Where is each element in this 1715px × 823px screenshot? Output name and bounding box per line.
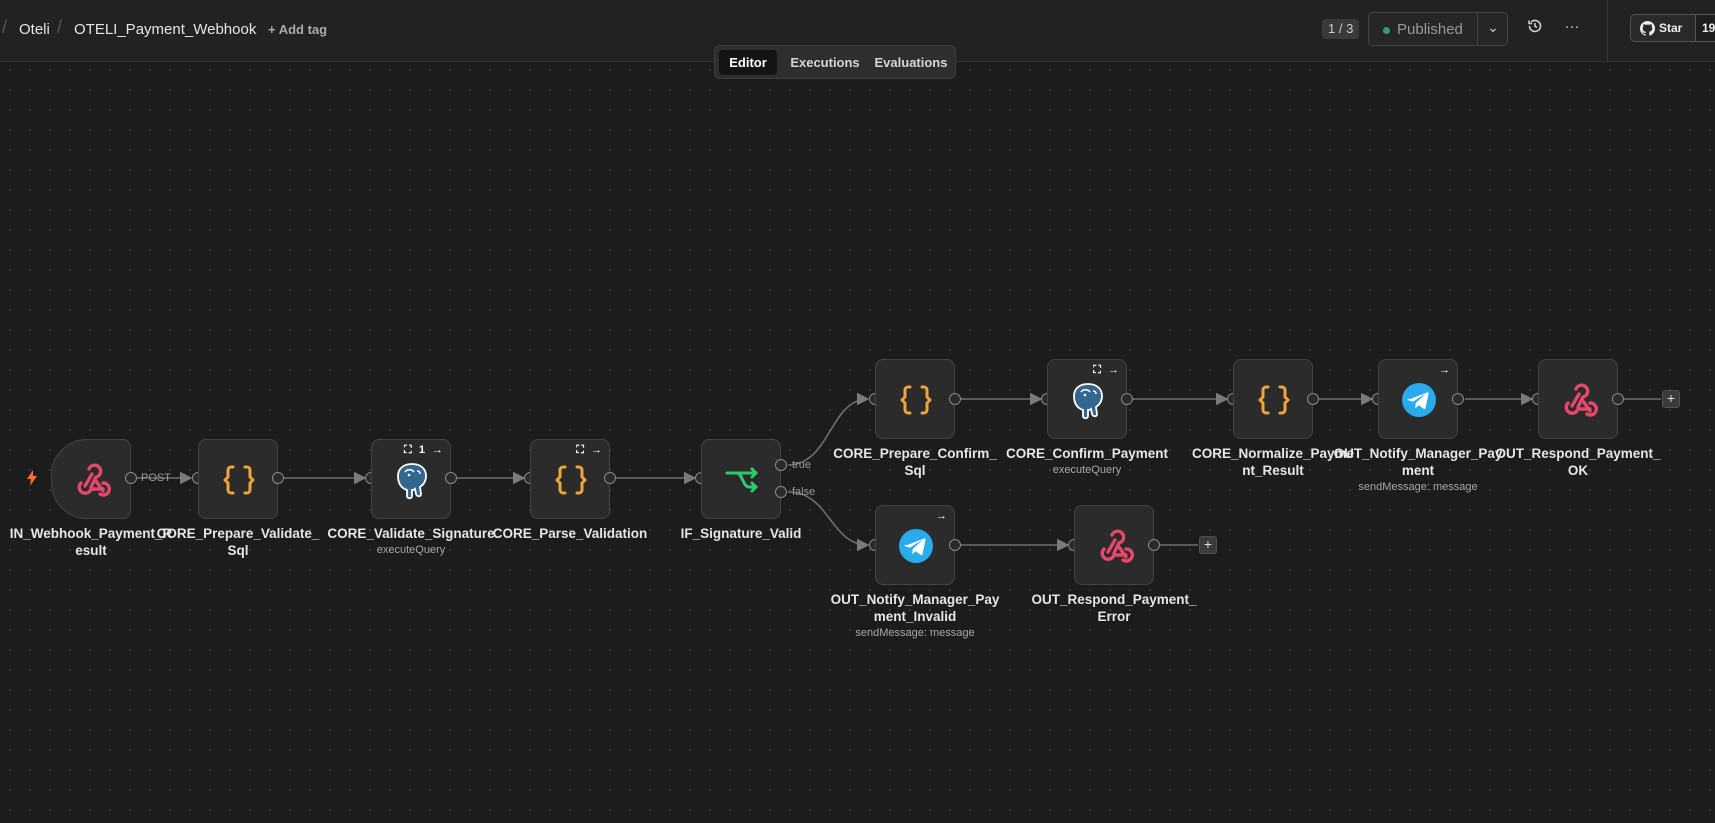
github-star-button[interactable]: Star [1630,14,1696,42]
code-braces-icon [896,380,936,420]
code-braces-icon [219,460,259,500]
breadcrumb-separator: / [2,17,8,37]
node-validate-signature[interactable]: ⛶ 1 → [371,439,451,519]
node-label: OUT_Respond_Payment_OK [1495,446,1661,478]
chevron-down-icon[interactable]: ⌄ [1481,19,1505,39]
published-label: Published [1397,21,1463,38]
output-handle-false[interactable] [775,486,787,498]
output-handle[interactable] [1121,393,1133,405]
postgres-icon [1068,380,1108,420]
workflow-name[interactable]: OTELI_Payment_Webhook [74,21,256,38]
add-tag-button[interactable]: + Add tag [268,22,327,37]
node-label: OUT_Respond_Payment_Error [1031,592,1197,624]
output-handle[interactable] [1148,539,1160,551]
output-handle-true[interactable] [775,459,787,471]
node-notify-manager-payment-invalid[interactable]: → [875,505,955,585]
output-handle[interactable] [1307,393,1319,405]
node-label: IF_Signature_Valid [680,526,802,541]
node-subtitle: executeQuery [1052,464,1122,476]
add-node-button[interactable]: + [1662,390,1680,408]
webhook-icon [72,460,112,500]
tab-evaluations[interactable]: Evaluations [869,50,953,75]
status-dot [1383,27,1390,34]
node-label: IN_Webhook_Payment_Result [9,526,173,558]
node-label: CORE_Parse_Validation [492,526,648,541]
tab-executions[interactable]: Executions [783,50,867,75]
output-handle[interactable] [272,472,284,484]
node-badges: ⛶ → [1093,364,1121,376]
node-badges: ⛶ 1 → [404,444,445,456]
postgres-icon [392,460,432,500]
add-node-button[interactable]: + [1199,536,1217,554]
breadcrumb-separator: / [57,17,63,37]
node-badges: → [1439,364,1452,376]
history-icon[interactable] [1524,18,1546,40]
node-subtitle: executeQuery [376,544,446,556]
node-normalize-payment-result[interactable] [1233,359,1313,439]
breadcrumb-project[interactable]: Oteli [19,21,50,38]
node-parse-validation[interactable]: ⛶ → [530,439,610,519]
node-if-signature-valid[interactable] [701,439,781,519]
telegram-icon [896,526,936,566]
edge-label-false: false [792,486,816,498]
output-handle[interactable] [1452,393,1464,405]
output-handle[interactable] [1612,393,1624,405]
trigger-bolt-icon [27,470,37,486]
code-braces-icon [1254,380,1294,420]
node-respond-payment-error[interactable] [1074,505,1154,585]
code-braces-icon [551,460,591,500]
telegram-icon [1399,380,1439,420]
webhook-icon [1095,526,1135,566]
more-options-icon[interactable]: ··· [1561,18,1583,40]
output-handle[interactable] [604,472,616,484]
node-label: CORE_Confirm_Payment [1005,446,1169,461]
view-tabs: Editor Executions Evaluations [714,45,956,79]
github-icon [1640,21,1655,36]
node-label: OUT_Notify_Manager_Payment_Invalid [830,592,1000,624]
tab-editor[interactable]: Editor [719,50,777,75]
node-label: CORE_Validate_Signature [327,526,495,541]
node-in-webhook[interactable] [51,439,131,519]
node-respond-payment-ok[interactable] [1538,359,1618,439]
published-button[interactable]: Published ⌄ [1368,12,1508,46]
node-label: CORE_Prepare_Confirm_Sql [833,446,997,478]
star-label: Star [1659,21,1683,35]
node-notify-manager-payment[interactable]: → [1378,359,1458,439]
node-subtitle: sendMessage: message [1358,481,1478,493]
if-branch-icon [722,460,762,500]
node-badges: ⛶ → [576,444,604,456]
output-handle[interactable] [445,472,457,484]
edge-label-post: POST [141,472,171,484]
output-handle[interactable] [949,539,961,551]
edge-label-true: true [792,459,811,471]
webhook-icon [1559,380,1599,420]
node-label: OUT_Notify_Manager_Payment [1333,446,1503,478]
output-handle[interactable] [125,472,137,484]
version-badge[interactable]: 1 / 3 [1322,19,1360,39]
node-subtitle: sendMessage: message [855,627,975,639]
node-badges: → [936,510,949,522]
node-prepare-confirm-sql[interactable] [875,359,955,439]
star-count[interactable]: 19 [1696,14,1715,42]
node-confirm-payment[interactable]: ⛶ → [1047,359,1127,439]
node-label: CORE_Prepare_Validate_Sql [156,526,320,558]
node-prepare-validate-sql[interactable] [198,439,278,519]
output-handle[interactable] [949,393,961,405]
